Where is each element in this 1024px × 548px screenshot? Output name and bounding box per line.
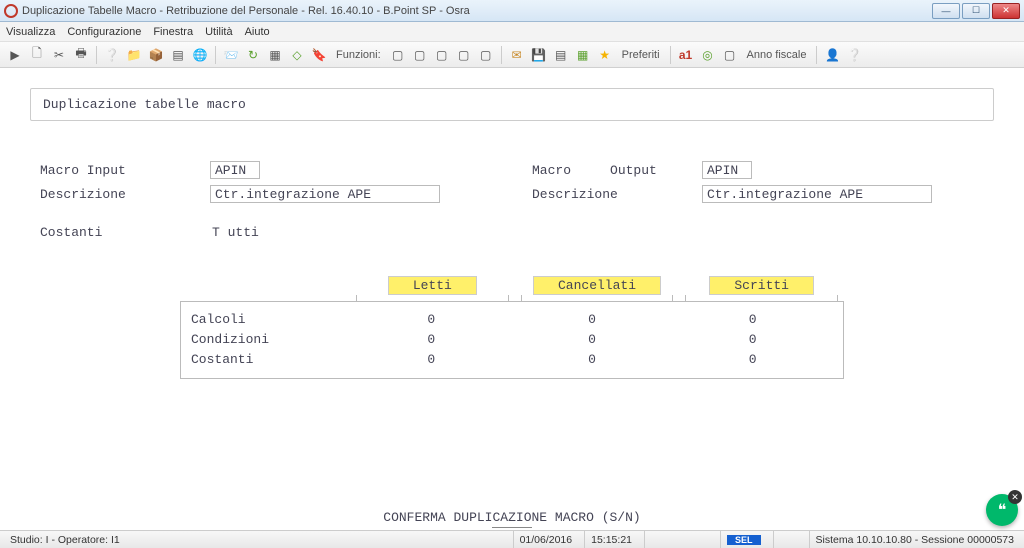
toolbar-preferiti-label[interactable]: Preferiti	[622, 49, 660, 61]
counts-grid: Letti Cancellati Scritti Calcoli 0 0 0 C…	[180, 276, 844, 379]
content-area: Duplicazione tabelle macro Macro Input A…	[0, 68, 1024, 504]
descrizione-input-label: Descrizione	[40, 187, 210, 202]
row-letti: 0	[351, 330, 512, 350]
descrizione-input-field[interactable]: Ctr.integrazione APE	[210, 185, 440, 203]
table-row: Calcoli 0 0 0	[191, 310, 833, 330]
toolbar-tag-icon[interactable]: 🔖	[310, 46, 328, 64]
menu-visualizza[interactable]: Visualizza	[6, 26, 55, 38]
toolbar-sep	[501, 46, 502, 64]
toolbar-list-icon[interactable]: ▤	[169, 46, 187, 64]
menubar: Visualizza Configurazione Finestra Utili…	[0, 22, 1024, 42]
maximize-button[interactable]: ☐	[962, 3, 990, 19]
toolbar-user-icon[interactable]: 👤	[823, 46, 841, 64]
toolbar-sep	[670, 46, 671, 64]
toolbar-annofiscale-label[interactable]: Anno fiscale	[747, 49, 807, 61]
toolbar-help-icon[interactable]: ❔	[103, 46, 121, 64]
output-column: Macro Output APIN Descrizione Ctr.integr…	[532, 161, 984, 246]
macro-output-label: Macro Output	[532, 163, 702, 178]
form-area: Macro Input APIN Descrizione Ctr.integra…	[40, 161, 984, 246]
toolbar-fn2-icon[interactable]: ▢	[411, 46, 429, 64]
toolbar-fn1-icon[interactable]: ▢	[389, 46, 407, 64]
titlebar: Duplicazione Tabelle Macro - Retribuzion…	[0, 0, 1024, 22]
statusbar: Studio: I - Operatore: I1 01/06/2016 15:…	[0, 530, 1024, 548]
row-scritti: 0	[672, 310, 833, 330]
status-time: 15:15:21	[584, 531, 638, 548]
header-cancellati: Cancellati	[533, 276, 661, 295]
toolbar-print-icon[interactable]: 🖶	[72, 46, 90, 64]
confirm-prompt: CONFERMA DUPLICAZIONE MACRO (S/N)	[0, 504, 1024, 530]
toolbar-sep	[215, 46, 216, 64]
toolbar-refresh-icon[interactable]: ↻	[244, 46, 262, 64]
chat-fab[interactable]: ❝ ✕	[986, 494, 1018, 526]
toolbar: ▶ 🗋 ✂ 🖶 ❔ 📁 📦 ▤ 🌐 📨 ↻ ▦ ◇ 🔖 Funzioni: ▢ …	[0, 42, 1024, 68]
row-name: Calcoli	[191, 310, 351, 330]
row-scritti: 0	[672, 330, 833, 350]
row-cancellati: 0	[512, 330, 673, 350]
row-scritti: 0	[672, 350, 833, 370]
toolbar-star-icon[interactable]: ★	[596, 46, 614, 64]
row-cancellati: 0	[512, 350, 673, 370]
input-column: Macro Input APIN Descrizione Ctr.integra…	[40, 161, 492, 246]
toolbar-mail-icon[interactable]: ✉	[508, 46, 526, 64]
status-session: Sistema 10.10.10.80 - Sessione 00000573	[809, 531, 1020, 548]
section-title: Duplicazione tabelle macro	[43, 97, 246, 112]
table-row: Condizioni 0 0 0	[191, 330, 833, 350]
toolbar-fn4-icon[interactable]: ▢	[455, 46, 473, 64]
toolbar-book-icon[interactable]: ◇	[288, 46, 306, 64]
toolbar-calc-icon[interactable]: ▤	[552, 46, 570, 64]
menu-aiuto[interactable]: Aiuto	[245, 26, 270, 38]
toolbar-sep	[816, 46, 817, 64]
toolbar-sep	[96, 46, 97, 64]
toolbar-cal-icon[interactable]: ◎	[699, 46, 717, 64]
input-cursor[interactable]	[492, 527, 532, 528]
costanti-value: T utti	[210, 225, 259, 240]
row-cancellati: 0	[512, 310, 673, 330]
minimize-button[interactable]: —	[932, 3, 960, 19]
row-letti: 0	[351, 310, 512, 330]
toolbar-run-icon[interactable]: ▶	[6, 46, 24, 64]
toolbar-send-icon[interactable]: 📨	[222, 46, 240, 64]
macro-input-label: Macro Input	[40, 163, 210, 178]
toolbar-folder-icon[interactable]: 📁	[125, 46, 143, 64]
header-letti: Letti	[388, 276, 477, 295]
status-studio: Studio: I - Operatore: I1	[4, 531, 126, 548]
status-date: 01/06/2016	[513, 531, 579, 548]
toolbar-a1-icon[interactable]: a1	[677, 46, 695, 64]
macro-input-field[interactable]: APIN	[210, 161, 260, 179]
app-window: Duplicazione Tabelle Macro - Retribuzion…	[0, 0, 1024, 548]
close-button[interactable]: ✕	[992, 3, 1020, 19]
status-sel-badge: SEL	[727, 535, 761, 545]
toolbar-globe-icon[interactable]: 🌐	[191, 46, 209, 64]
menu-utilita[interactable]: Utilità	[205, 26, 233, 38]
section-header: Duplicazione tabelle macro	[30, 88, 994, 121]
toolbar-excel-icon[interactable]: ▦	[574, 46, 592, 64]
toolbar-year-icon[interactable]: ▢	[721, 46, 739, 64]
costanti-label: Costanti	[40, 225, 210, 240]
toolbar-doc-icon[interactable]: 🗋	[28, 46, 46, 64]
descrizione-output-field[interactable]: Ctr.integrazione APE	[702, 185, 932, 203]
menu-configurazione[interactable]: Configurazione	[67, 26, 141, 38]
toolbar-cut-icon[interactable]: ✂	[50, 46, 68, 64]
quote-icon: ❝	[998, 500, 1007, 520]
macro-output-field[interactable]: APIN	[702, 161, 752, 179]
descrizione-output-label: Descrizione	[532, 187, 702, 202]
toolbar-grid-icon[interactable]: ▦	[266, 46, 284, 64]
toolbar-fn5-icon[interactable]: ▢	[477, 46, 495, 64]
table-row: Costanti 0 0 0	[191, 350, 833, 370]
app-icon	[4, 4, 18, 18]
window-buttons: — ☐ ✕	[932, 3, 1020, 19]
header-scritti: Scritti	[709, 276, 814, 295]
close-fab-icon[interactable]: ✕	[1008, 490, 1022, 504]
menu-finestra[interactable]: Finestra	[153, 26, 193, 38]
toolbar-disk-icon[interactable]: 💾	[530, 46, 548, 64]
row-name: Costanti	[191, 350, 351, 370]
row-name: Condizioni	[191, 330, 351, 350]
toolbar-info-icon[interactable]: ❔	[845, 46, 863, 64]
toolbar-box-icon[interactable]: 📦	[147, 46, 165, 64]
toolbar-fn3-icon[interactable]: ▢	[433, 46, 451, 64]
row-letti: 0	[351, 350, 512, 370]
toolbar-funzioni-label: Funzioni:	[336, 49, 381, 61]
window-title: Duplicazione Tabelle Macro - Retribuzion…	[22, 5, 932, 17]
